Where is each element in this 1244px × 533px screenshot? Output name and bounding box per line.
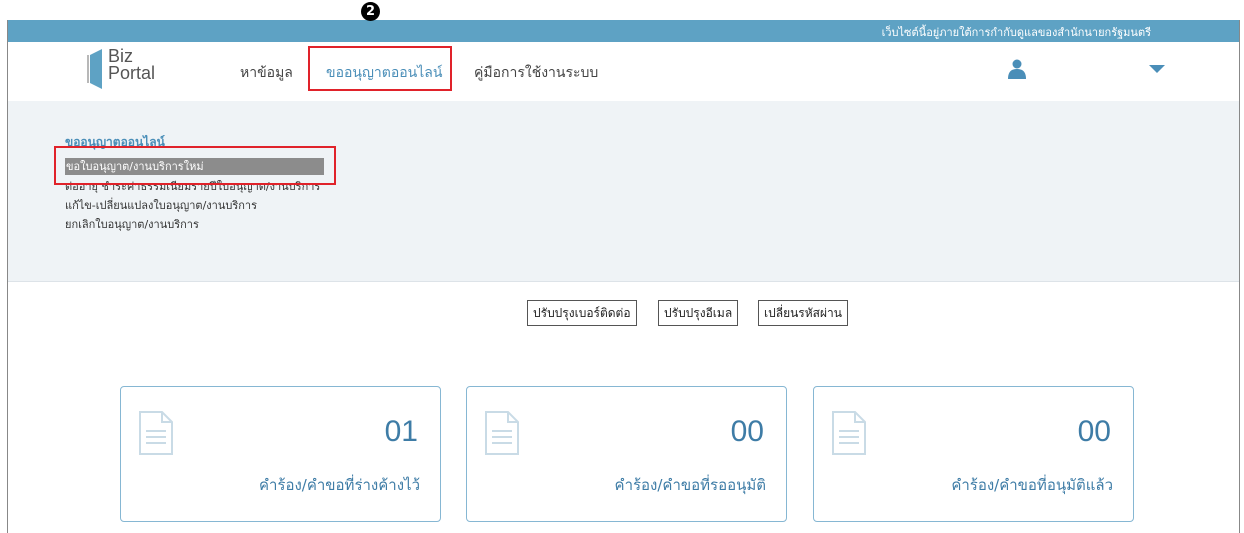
bizportal-logo[interactable]: Biz Portal (86, 47, 166, 95)
document-icon (485, 411, 519, 455)
government-banner-text: เว็บไซต์นี้อยู่ภายใต้การกำกับดูแลของสำนั… (881, 26, 1151, 39)
draft-requests-card[interactable]: 01 คำร้อง/คำขอที่ร่างค้างไว้ (120, 386, 441, 522)
submenu-item-cancel-license[interactable]: ยกเลิกใบอนุญาต/งานบริการ (65, 215, 199, 233)
nav-find-info[interactable]: หาข้อมูล (240, 62, 293, 84)
card-count: 01 (384, 415, 418, 448)
change-password-button[interactable]: เปลี่ยนรหัสผ่าน (758, 300, 848, 326)
card-label: คำร้อง/คำขอที่ร่างค้างไว้ (258, 476, 420, 494)
submenu-highlight-box (54, 146, 336, 185)
step-number-badge: 2 (361, 2, 380, 21)
logo-text: Biz Portal (108, 47, 156, 83)
top-navbar: Biz Portal หาข้อมูล ขออนุญาตออนไลน์ คู่ม… (8, 42, 1239, 102)
update-phone-button[interactable]: ปรับปรุงเบอร์ติดต่อ (527, 300, 637, 326)
card-count: 00 (1077, 415, 1111, 448)
submenu-item-modify-license[interactable]: แก้ไข-เปลี่ยนแปลงใบอนุญาต/งานบริการ (65, 196, 257, 214)
document-icon (139, 411, 173, 455)
card-count: 00 (730, 415, 764, 448)
nav-highlight-box (308, 46, 452, 91)
document-icon (832, 411, 866, 455)
caret-down-icon[interactable] (1149, 65, 1165, 73)
approved-requests-card[interactable]: 00 คำร้อง/คำขอที่อนุมัติแล้ว (813, 386, 1134, 522)
update-email-button[interactable]: ปรับปรุงอีเมล (658, 300, 739, 326)
submenu-panel: ขออนุญาตออนไลน์ ขอใบอนุญาต/งานบริการใหม่… (8, 101, 1239, 282)
pending-requests-card[interactable]: 00 คำร้อง/คำขอที่รออนุมัติ (466, 386, 787, 522)
nav-user-manual[interactable]: คู่มือการใช้งานระบบ (474, 62, 598, 84)
account-actions: ปรับปรุงเบอร์ติดต่อ ปรับปรุงอีเมล เปลี่ย… (8, 300, 1239, 330)
card-label: คำร้อง/คำขอที่รออนุมัติ (614, 476, 766, 494)
logo-line-2: Portal (108, 63, 156, 83)
browser-page: เว็บไซต์นี้อยู่ภายใต้การกำกับดูแลของสำนั… (7, 20, 1240, 533)
card-label: คำร้อง/คำขอที่อนุมัติแล้ว (951, 476, 1113, 494)
government-banner: เว็บไซต์นี้อยู่ภายใต้การกำกับดูแลของสำนั… (8, 20, 1239, 42)
user-icon[interactable] (1008, 59, 1026, 79)
door-logo-icon (87, 49, 102, 89)
